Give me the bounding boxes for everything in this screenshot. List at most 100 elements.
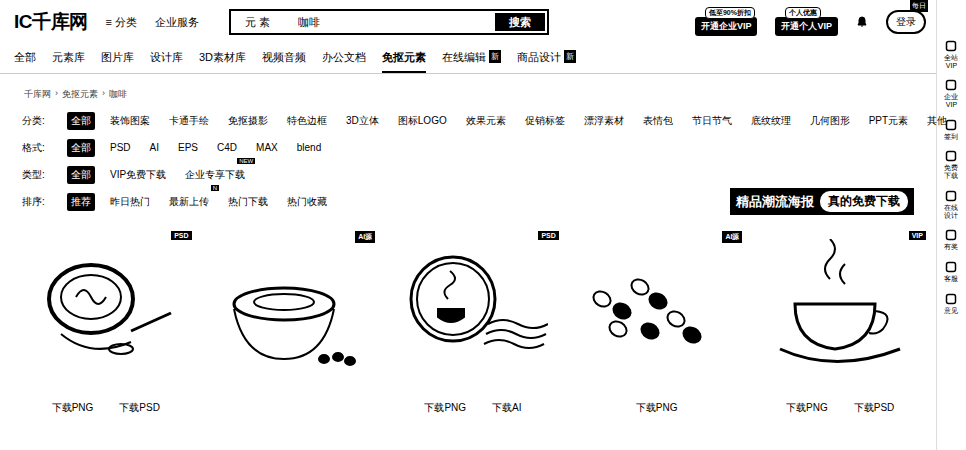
format-tag: PSD <box>171 231 191 240</box>
nav-item[interactable]: 图片库 <box>101 50 134 73</box>
filter-option[interactable]: 热门收藏 <box>283 193 331 211</box>
result-card[interactable]: AI源下载PNG <box>571 229 743 415</box>
filter-option[interactable]: EPS <box>174 140 202 155</box>
sidebar-item-icon <box>945 190 957 202</box>
format-tag: AI源 <box>355 231 375 243</box>
download-link[interactable]: 下载PNG <box>52 401 94 415</box>
result-card[interactable]: AI源 <box>204 229 376 415</box>
filter-option[interactable]: 促销标签 <box>521 112 569 130</box>
filter-option[interactable]: 装饰图案 <box>106 112 154 130</box>
breadcrumb-item[interactable]: 千库网 <box>24 88 51 101</box>
filter-option[interactable]: 推荐 <box>67 193 95 211</box>
download-link[interactable]: 下载PNG <box>636 401 678 415</box>
filter-option[interactable]: 图标LOGO <box>394 112 451 130</box>
result-card[interactable]: PSD 下载PNG 下载AI <box>387 229 559 415</box>
result-card[interactable]: PSD 下载PNG 下载PSD <box>20 229 192 415</box>
header-menu-item[interactable]: ≡ 分类 <box>106 15 137 30</box>
filter-option[interactable]: 免抠摄影 <box>224 112 272 130</box>
sidebar-item[interactable]: 有奖 <box>944 229 959 251</box>
filter-option[interactable]: MAX <box>252 140 282 155</box>
filter-option[interactable]: 底纹纹理 <box>747 112 795 130</box>
filter-option[interactable]: VIP免费下载 <box>106 166 170 184</box>
sidebar-item-icon <box>945 79 957 91</box>
nav-item[interactable]: 免抠元素 <box>382 50 426 73</box>
nav-item[interactable]: 视频音频 <box>262 50 306 73</box>
filter-option[interactable]: 全部 <box>67 112 95 130</box>
filter-option[interactable]: C4D <box>213 140 241 155</box>
breadcrumb-item[interactable]: 咖啡 <box>109 88 127 101</box>
search-input[interactable]: 咖啡 <box>284 15 493 30</box>
nav-item[interactable]: 商品设计新 <box>517 50 576 73</box>
nav-item[interactable]: 元素库 <box>52 50 85 73</box>
logo[interactable]: IC千库网 <box>14 9 88 35</box>
filter-option[interactable]: PPT元素 <box>865 112 912 130</box>
result-card[interactable]: VIP 下载PNG 下载PSD <box>754 229 926 415</box>
nav-item[interactable]: 在线编辑新 <box>442 50 501 73</box>
search-scope[interactable]: 元 素 <box>231 15 284 30</box>
sidebar-item[interactable]: 免费下载 <box>944 150 959 179</box>
filter-option[interactable]: 全部 <box>67 139 95 157</box>
sidebar-label: 有奖 <box>944 243 959 251</box>
nav-badge: 新 <box>564 50 576 63</box>
filter-option[interactable]: 漂浮素材 <box>580 112 628 130</box>
bell-icon[interactable] <box>856 16 868 28</box>
filter-option[interactable]: 几何图形 <box>806 112 854 130</box>
card-image[interactable]: AI源 <box>204 229 376 389</box>
login-button[interactable]: 每日登录 <box>886 10 926 34</box>
coffee-emblem-icon <box>398 239 548 379</box>
nav-item[interactable]: 3D素材库 <box>199 50 246 73</box>
sidebar-label: 客服 <box>944 275 959 283</box>
vip-badge: 个人优惠 <box>785 7 821 19</box>
sidebar-item-icon <box>945 150 957 162</box>
filter-option[interactable]: AI <box>146 140 163 155</box>
filter-option[interactable]: 表情包 <box>639 112 677 130</box>
filter-option[interactable]: blend <box>293 140 325 155</box>
filter-option[interactable]: 特色边框 <box>283 112 331 130</box>
download-link[interactable]: 下载PNG <box>786 401 828 415</box>
filter-option[interactable]: 最新上传N <box>165 193 213 211</box>
nav-item[interactable]: 办公文档 <box>322 50 366 73</box>
card-image[interactable]: VIP <box>754 229 926 389</box>
filter-option[interactable]: 节日节气 <box>688 112 736 130</box>
sidebar-item[interactable]: 全站VIP <box>944 40 959 69</box>
nav-item[interactable]: 全部 <box>14 50 36 73</box>
sidebar-item[interactable]: 意见 <box>944 293 959 315</box>
download-link[interactable]: 下载PNG <box>424 401 466 415</box>
card-image[interactable]: PSD <box>387 229 559 389</box>
promo-banner[interactable]: 精品潮流海报真的免费下载 <box>730 188 914 215</box>
filter-option[interactable]: PSD <box>106 140 135 155</box>
download-link[interactable]: 下载AI <box>492 401 521 415</box>
breadcrumb-separator-icon: › <box>102 88 105 101</box>
sidebar-label: 意见 <box>944 307 959 315</box>
search-button[interactable]: 搜索 <box>493 11 547 33</box>
vip-button[interactable]: 个人优惠开通个人VIP <box>775 17 838 36</box>
nav-item[interactable]: 设计库 <box>150 50 183 73</box>
header-menu-item[interactable]: 企业服务 <box>155 15 199 30</box>
latte-icon <box>31 239 181 379</box>
breadcrumb-item[interactable]: 免抠元素 <box>62 88 98 101</box>
sidebar-item-icon <box>945 40 957 52</box>
vip-button[interactable]: 低至90%折扣开通企业VIP <box>695 17 758 36</box>
filter-option[interactable]: 其他 <box>923 112 951 130</box>
sidebar-item-icon <box>945 119 957 131</box>
filter-option[interactable]: 效果元素 <box>462 112 510 130</box>
format-tag: VIP <box>909 231 926 240</box>
search-box[interactable]: 元 素咖啡搜索 <box>229 9 549 35</box>
download-link[interactable]: 下载PSD <box>119 401 160 415</box>
filter-option[interactable]: 企业专享下载NEW <box>181 166 249 184</box>
nav-badge: 新 <box>489 50 501 63</box>
filter-option[interactable]: 昨日热门 <box>106 193 154 211</box>
sidebar-item[interactable]: 在线设计 <box>944 190 959 219</box>
sidebar-item[interactable]: 企业VIP <box>944 79 959 108</box>
filter-option[interactable]: 3D立体 <box>342 112 383 130</box>
filter-option[interactable]: 卡通手绘 <box>165 112 213 130</box>
card-image[interactable]: AI源 <box>571 229 743 389</box>
filter-option[interactable]: 热门下载 <box>224 193 272 211</box>
filter-option[interactable]: 全部 <box>67 166 95 184</box>
download-link[interactable]: 下载PSD <box>854 401 895 415</box>
card-image[interactable]: PSD <box>20 229 192 389</box>
sidebar-item[interactable]: 客服 <box>944 261 959 283</box>
sidebar-label: 企业VIP <box>944 93 959 108</box>
promo-action[interactable]: 真的免费下载 <box>820 191 908 212</box>
download-links: 下载PNG 下载AI <box>387 401 559 415</box>
